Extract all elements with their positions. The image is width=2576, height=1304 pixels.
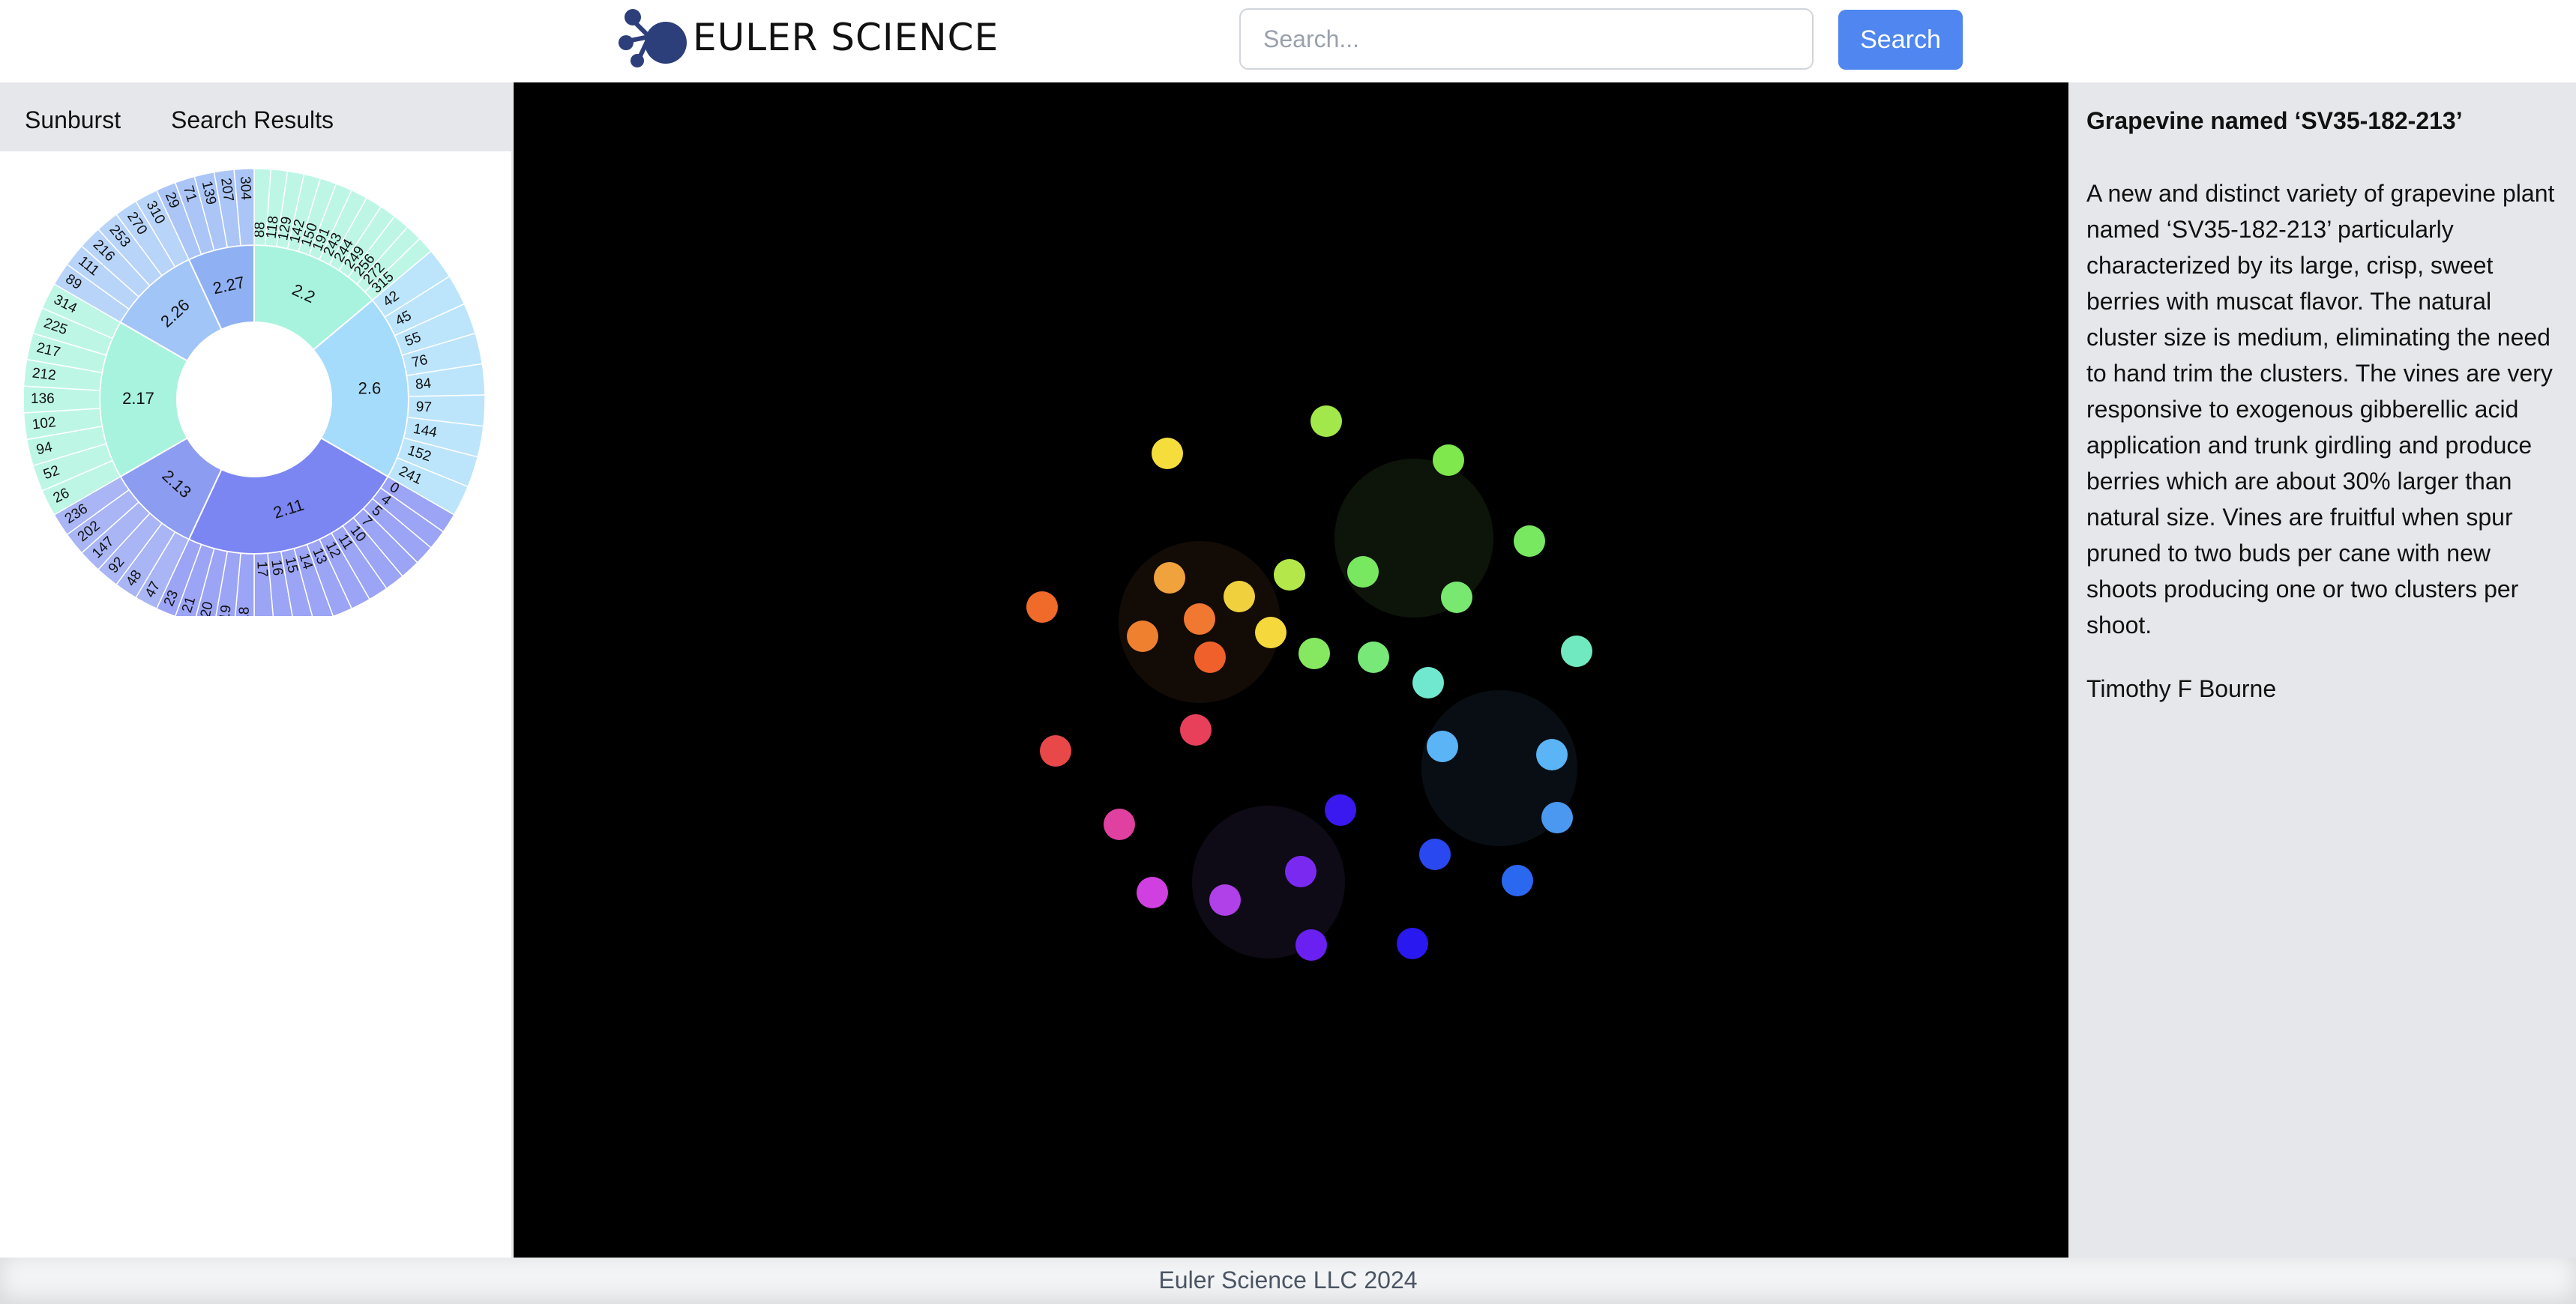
graph-node[interactable] — [1441, 582, 1472, 613]
graph-node[interactable] — [1040, 735, 1071, 767]
tab-sunburst[interactable]: Sunburst — [25, 82, 121, 151]
graph-node[interactable] — [1274, 559, 1305, 591]
graph-node[interactable] — [1325, 794, 1356, 826]
graph-node[interactable] — [1180, 714, 1212, 746]
graph-node[interactable] — [1419, 839, 1451, 870]
graph-node[interactable] — [1412, 667, 1444, 698]
graph-node[interactable] — [1137, 877, 1168, 908]
graph-node[interactable] — [1184, 603, 1215, 635]
tab-search-results[interactable]: Search Results — [171, 82, 334, 151]
graph-node[interactable] — [1298, 638, 1330, 669]
detail-author: Timothy F Bourne — [2086, 675, 2277, 702]
detail-abstract: A new and distinct variety of grapevine … — [2086, 180, 2555, 639]
graph-node[interactable] — [1310, 405, 1342, 437]
left-tab-bar: Sunburst Search Results — [0, 82, 511, 151]
detail-panel: Grapevine named ‘SV35-182-213’ A new and… — [2068, 82, 2576, 1258]
graph-node[interactable] — [1285, 856, 1316, 887]
graph-node[interactable] — [1255, 617, 1287, 648]
graph-node[interactable] — [1561, 636, 1592, 667]
sunburst-outer-label: 102 — [31, 414, 57, 433]
sunburst-chart[interactable]: 2.2881181291421501912432442492562723152.… — [0, 151, 511, 616]
sunburst-outer-label: 19 — [217, 604, 235, 616]
brand-logo[interactable]: EULER SCIENCE — [616, 0, 999, 75]
graph-node[interactable] — [1194, 642, 1226, 673]
search-input[interactable] — [1239, 8, 1814, 70]
footer-text: Euler Science LLC 2024 — [1158, 1267, 1418, 1294]
graph-node[interactable] — [1104, 809, 1135, 840]
graph-node[interactable] — [1427, 731, 1458, 762]
sunburst-outer-label: 207 — [217, 177, 236, 202]
sunburst-outer-label: 136 — [31, 391, 55, 407]
graph-node[interactable] — [1295, 929, 1327, 961]
graph-node[interactable] — [1152, 438, 1183, 469]
graph-node[interactable] — [1209, 884, 1241, 916]
brand-name: EULER SCIENCE — [693, 16, 999, 59]
graph-node[interactable] — [1514, 525, 1545, 557]
sunburst-inner-label: 2.6 — [358, 378, 382, 397]
search-button[interactable]: Search — [1838, 10, 1963, 70]
graph-canvas[interactable] — [514, 82, 2068, 1258]
graph-node[interactable] — [1154, 562, 1185, 594]
graph-node[interactable] — [1347, 556, 1379, 588]
footer: Euler Science LLC 2024 — [0, 1258, 2576, 1304]
graph-node[interactable] — [1224, 581, 1255, 612]
graph-node[interactable] — [1127, 621, 1158, 652]
graph-node[interactable] — [1541, 802, 1573, 833]
sunburst-outer-label: 17 — [253, 561, 270, 577]
graph-node[interactable] — [1397, 928, 1428, 959]
sunburst-outer-label: 18 — [236, 606, 253, 616]
sunburst-outer-label: 97 — [415, 399, 432, 415]
sunburst-outer-label: 84 — [415, 375, 432, 393]
graph-node[interactable] — [1358, 642, 1389, 673]
detail-title: Grapevine named ‘SV35-182-213’ — [2086, 107, 2463, 134]
sunburst-inner-label: 2.17 — [122, 389, 154, 408]
molecule-logo-icon — [619, 9, 687, 67]
sunburst-outer-label: 304 — [237, 176, 253, 201]
graph-node[interactable] — [1536, 739, 1568, 770]
graph-node[interactable] — [1026, 591, 1058, 623]
graph-node[interactable] — [1433, 444, 1464, 476]
sunburst-outer-label: 212 — [31, 365, 57, 384]
graph-node[interactable] — [1502, 865, 1533, 896]
left-panel: Sunburst Search Results 2.2 88 118 129 142 15… — [0, 82, 513, 1258]
top-header: EULER SCIENCE Search — [0, 0, 2576, 82]
cluster-graph[interactable] — [514, 82, 2068, 1258]
